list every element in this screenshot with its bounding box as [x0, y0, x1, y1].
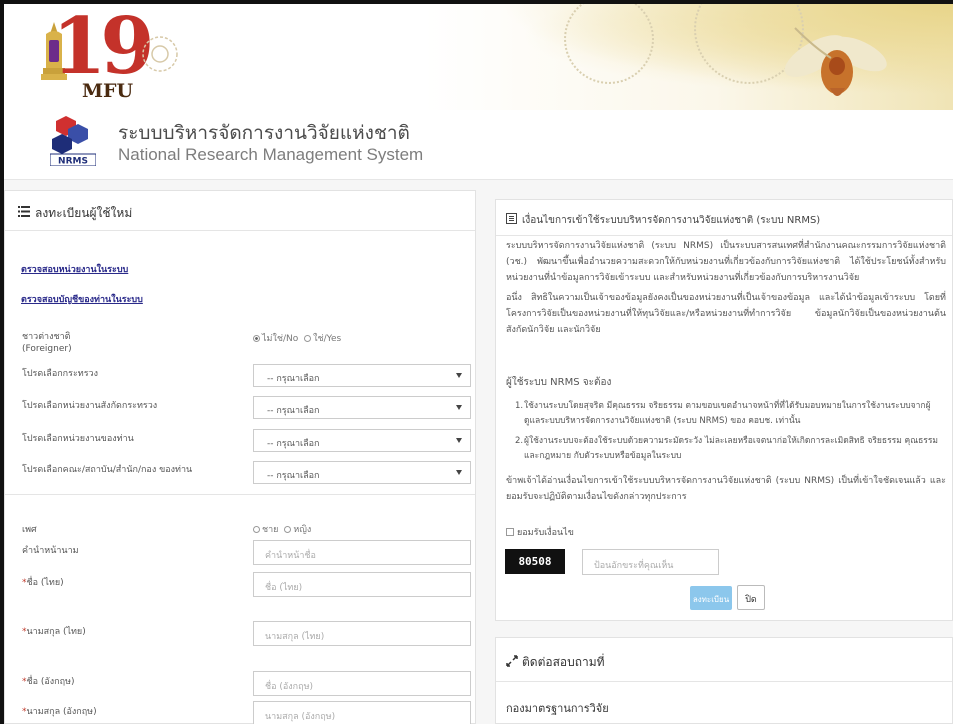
mfu-logo-text: MFU — [82, 80, 134, 102]
terms-users-must: ผู้ใช้ระบบ NRMS จะต้อง — [506, 377, 612, 388]
terms-item-2: 2. ผู้ใช้งานระบบจะต้องใช้ระบบด้วยความระมั… — [515, 436, 939, 461]
unit-select[interactable]: -- กรุณาเลือก — [253, 429, 471, 452]
gender-radio-group: ชาย หญิง — [253, 522, 311, 536]
prefix-label: คำนำหน้านาม — [22, 546, 79, 556]
lastname-en-label: *นามสกุล (อังกฤษ) — [22, 704, 97, 718]
header-banner: 19 MFU — [4, 4, 953, 110]
gender-label: เพศ — [22, 525, 37, 535]
registration-panel-header: ลงทะเบียนผู้ใช้ใหม่ — [5, 191, 475, 231]
faculty-select[interactable]: -- กรุณาเลือก — [253, 461, 471, 484]
captcha-input[interactable]: ป้อนอักขระที่คุณเห็น — [582, 549, 719, 575]
ministry-label: โปรดเลือกกระทรวง — [22, 369, 99, 379]
terms-item-1: 1. ใช้งานระบบโดยสุจริต มีคุณธรรม จริยธรรม… — [515, 401, 931, 426]
foreigner-yes-label: ใช่/Yes — [313, 334, 342, 344]
check-unit-link[interactable]: ตรวจสอบหน่วยงานในระบบ — [21, 262, 128, 276]
lastname-en-label-text: นามสกุล (อังกฤษ) — [26, 707, 97, 717]
firstname-en-input[interactable]: ชื่อ (อังกฤษ) — [253, 671, 471, 696]
unit-select-value: -- กรุณาเลือก — [267, 439, 320, 449]
register-button[interactable]: ลงทะเบียน — [690, 586, 732, 610]
nrms-logo-text: NRMS — [58, 157, 88, 167]
gender-female-radio[interactable] — [284, 526, 292, 533]
terms-title: เงื่อนไขการเข้าใช้ระบบบริหารจัดการงานวิจ… — [522, 215, 821, 226]
accept-terms-row: ยอมรับเงื่อนไข — [506, 525, 574, 539]
contact-panel: ติดต่อสอบถามที่ กองมาตรฐานการวิจัย — [495, 637, 953, 724]
foreigner-radio-group: ไม่ใช่/No ใช่/Yes — [253, 331, 341, 345]
unit-label: โปรดเลือกหน่วยงานของท่าน — [22, 434, 134, 444]
caret-down-icon — [456, 373, 462, 378]
firstname-en-label: *ชื่อ (อังกฤษ) — [22, 674, 75, 688]
anniversary-number: 19 — [52, 4, 155, 92]
caret-down-icon — [456, 470, 462, 475]
system-title-thai: ระบบบริหารจัดการงานวิจัยแห่งชาติ — [118, 122, 410, 144]
terms-paragraph-3: ข้าพเจ้าได้อ่านเงื่อนไขการเข้าใช้ระบบบริ… — [506, 476, 946, 502]
expand-arrows-icon — [506, 655, 518, 667]
firstname-th-label: *ชื่อ (ไทย) — [22, 575, 64, 589]
terms-panel-header: เงื่อนไขการเข้าใช้ระบบบริหารจัดการงานวิจ… — [496, 200, 952, 236]
caret-down-icon — [456, 438, 462, 443]
foreigner-label: ชาวต่างชาติ — [22, 332, 71, 342]
accept-terms-label: ยอมรับเงื่อนไข — [517, 528, 574, 538]
registration-panel: ลงทะเบียนผู้ใช้ใหม่ ตรวจสอบหน่วยงานในระบ… — [4, 190, 476, 724]
firstname-th-label-text: ชื่อ (ไทย) — [26, 578, 64, 588]
lastname-th-label-text: นามสกุล (ไทย) — [26, 627, 86, 637]
terms-paragraph-1: ระบบบริหารจัดการงานวิจัยแห่งชาติ (ระบบ N… — [506, 241, 946, 283]
terms-item-1-text: ใช้งานระบบโดยสุจริต มีคุณธรรม จริยธรรม ต… — [524, 401, 931, 426]
subunit-select[interactable]: -- กรุณาเลือก — [253, 396, 471, 419]
gender-male-radio[interactable] — [253, 526, 260, 533]
lastname-th-label: *นามสกุล (ไทย) — [22, 624, 86, 638]
accept-terms-checkbox[interactable] — [506, 528, 514, 536]
subunit-label: โปรดเลือกหน่วยงานสังกัดกระทรวง — [22, 401, 158, 411]
ministry-select-value: -- กรุณาเลือก — [267, 374, 320, 384]
caret-down-icon — [456, 405, 462, 410]
contact-department: กองมาตรฐานการวิจัย — [506, 702, 609, 715]
orchid-flower-image — [784, 27, 887, 96]
list-icon — [18, 206, 30, 217]
nrms-logo: NRMS — [50, 116, 96, 167]
form-divider — [5, 494, 475, 495]
prefix-input[interactable]: คำนำหน้าชื่อ — [253, 540, 471, 565]
system-title-english: National Research Management System — [118, 145, 424, 164]
foreigner-no-radio[interactable] — [253, 335, 260, 342]
terms-panel: เงื่อนไขการเข้าใช้ระบบบริหารจัดการงานวิจ… — [495, 199, 953, 621]
close-button[interactable]: ปิด — [737, 585, 765, 610]
gender-male-label: ชาย — [262, 525, 279, 535]
contact-panel-header: ติดต่อสอบถามที่ — [496, 638, 952, 682]
registration-title: ลงทะเบียนผู้ใช้ใหม่ — [35, 206, 133, 220]
contact-title: ติดต่อสอบถามที่ — [522, 655, 605, 669]
lastname-en-input[interactable]: นามสกุล (อังกฤษ) — [253, 701, 471, 724]
subunit-select-value: -- กรุณาเลือก — [267, 406, 320, 416]
gender-female-label: หญิง — [293, 525, 312, 535]
check-account-link[interactable]: ตรวจสอบบัญชีของท่านในระบบ — [21, 292, 143, 306]
ornament-icon — [142, 36, 178, 72]
firstname-en-label-text: ชื่อ (อังกฤษ) — [26, 677, 75, 687]
lastname-th-input[interactable]: นามสกุล (ไทย) — [253, 621, 471, 646]
firstname-th-input[interactable]: ชื่อ (ไทย) — [253, 572, 471, 597]
faculty-select-value: -- กรุณาเลือก — [267, 471, 320, 481]
document-icon — [506, 213, 517, 224]
terms-item-2-text: ผู้ใช้งานระบบจะต้องใช้ระบบด้วยความระมัดร… — [524, 436, 939, 461]
faculty-label: โปรดเลือกคณะ/สถาบัน/สำนัก/กอง ของท่าน — [22, 465, 193, 475]
captcha-image: 80508 — [505, 549, 565, 574]
foreigner-label-en: (Foreigner) — [22, 344, 72, 354]
ministry-select[interactable]: -- กรุณาเลือก — [253, 364, 471, 387]
foreigner-yes-radio[interactable] — [304, 335, 312, 342]
foreigner-no-label: ไม่ใช่/No — [262, 334, 299, 344]
terms-paragraph-2: อนึ่ง สิทธิในความเป็นเจ้าของข้อมูลยังคงเ… — [506, 293, 946, 335]
